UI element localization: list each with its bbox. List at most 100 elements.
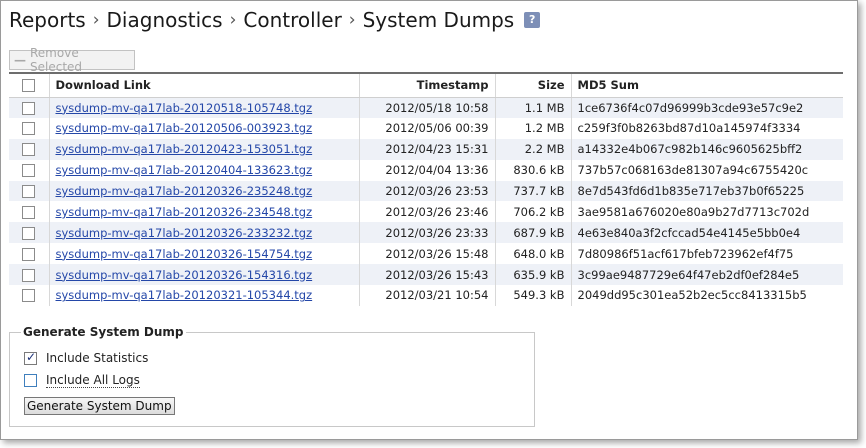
select-all-checkbox[interactable] (22, 79, 36, 93)
row-select-cell (9, 97, 49, 118)
download-link[interactable]: sysdump-mv-qa17lab-20120518-105748.tgz (56, 101, 313, 115)
row-checkbox[interactable] (22, 268, 36, 282)
row-select-cell (9, 222, 49, 243)
md5-cell: 3c99ae9487729e64f47eb2df0ef284e5 (570, 264, 843, 286)
breadcrumb: Reports › Diagnostics › Controller › Sys… (9, 6, 541, 34)
table-row: sysdump-mv-qa17lab-20120326-234548.tgz 20… (9, 201, 843, 223)
row-checkbox[interactable] (22, 247, 36, 261)
timestamp-cell: 2012/03/26 23:33 (358, 222, 495, 244)
md5-cell: 2049dd95c301ea52b2ec5cc8413315b5 (570, 285, 843, 306)
table-row: sysdump-mv-qa17lab-20120404-133623.tgz 20… (9, 159, 843, 181)
row-checkbox[interactable] (22, 164, 36, 178)
column-header-download-link[interactable]: Download Link (48, 74, 359, 98)
remove-selected-label: Remove Selected (30, 46, 83, 74)
row-checkbox[interactable] (22, 122, 36, 136)
timestamp-cell: 2012/03/26 23:53 (358, 180, 495, 202)
row-select-cell (9, 264, 49, 285)
breadcrumb-reports[interactable]: Reports (9, 8, 86, 32)
column-header-timestamp[interactable]: Timestamp (358, 74, 495, 98)
row-checkbox[interactable] (22, 205, 36, 219)
download-link[interactable]: sysdump-mv-qa17lab-20120321-105344.tgz (56, 288, 313, 302)
help-icon[interactable]: ? (524, 12, 541, 28)
size-cell: 648.0 kB (494, 243, 571, 265)
download-link-cell: sysdump-mv-qa17lab-20120326-154316.tgz (48, 264, 359, 286)
row-select-cell (9, 201, 49, 222)
timestamp-cell: 2012/05/18 10:58 (358, 97, 495, 118)
breadcrumb-diagnostics[interactable]: Diagnostics (107, 8, 223, 32)
download-link-cell: sysdump-mv-qa17lab-20120326-154754.tgz (48, 243, 359, 265)
table-header-row: Download Link Timestamp Size MD5 Sum (9, 74, 843, 98)
size-cell: 2.2 MB (494, 138, 571, 160)
include-all-logs-option[interactable]: Include All Logs (24, 373, 140, 388)
breadcrumb-separator: › (348, 10, 356, 30)
include-statistics-option[interactable]: Include Statistics (24, 350, 149, 365)
timestamp-cell: 2012/03/26 15:48 (358, 243, 495, 265)
timestamp-cell: 2012/03/26 23:46 (358, 201, 495, 223)
size-cell: 706.2 kB (494, 201, 571, 223)
size-cell: 635.9 kB (494, 264, 571, 286)
md5-cell: 8e7d543fd6d1b835e717eb37b0f65225 (570, 180, 843, 202)
row-select-cell (9, 181, 49, 202)
table-row: sysdump-mv-qa17lab-20120321-105344.tgz 20… (9, 285, 843, 306)
breadcrumb-controller[interactable]: Controller (243, 8, 341, 32)
table-row: sysdump-mv-qa17lab-20120326-154316.tgz 20… (9, 264, 843, 286)
download-link[interactable]: sysdump-mv-qa17lab-20120326-154754.tgz (56, 247, 313, 261)
md5-cell: 4e63e840a3f2cfccad54e4145e5bb0e4 (570, 222, 843, 244)
md5-cell: a14332e4b067c982b146c9605625bff2 (570, 138, 843, 160)
size-cell: 830.6 kB (494, 159, 571, 181)
timestamp-cell: 2012/03/21 10:54 (358, 285, 495, 306)
row-select-cell (9, 243, 49, 264)
md5-cell: c259f3f0b8263bd87d10a145974f3334 (570, 117, 843, 139)
generate-group-title: Generate System Dump (21, 325, 186, 339)
remove-selected-button[interactable]: — Remove Selected (9, 46, 135, 74)
row-select-cell (9, 139, 49, 160)
md5-cell: 7d80986f51acf617bfeb723962ef4f75 (570, 243, 843, 265)
row-select-cell (9, 118, 49, 139)
download-link-cell: sysdump-mv-qa17lab-20120506-003923.tgz (48, 117, 359, 139)
download-link[interactable]: sysdump-mv-qa17lab-20120326-154316.tgz (56, 268, 313, 282)
include-statistics-checkbox[interactable] (24, 350, 37, 365)
generate-system-dump-group: Generate System Dump Include Statistics … (9, 325, 535, 427)
row-checkbox[interactable] (22, 101, 36, 115)
download-link[interactable]: sysdump-mv-qa17lab-20120326-233232.tgz (56, 226, 313, 240)
download-link[interactable]: sysdump-mv-qa17lab-20120326-234548.tgz (56, 205, 313, 219)
include-all-logs-checkbox[interactable] (24, 374, 37, 387)
download-link[interactable]: sysdump-mv-qa17lab-20120506-003923.tgz (56, 121, 313, 135)
system-dumps-table: Download Link Timestamp Size MD5 Sum sys… (9, 72, 843, 306)
row-checkbox[interactable] (22, 226, 36, 240)
download-link[interactable]: sysdump-mv-qa17lab-20120404-133623.tgz (56, 163, 313, 177)
size-cell: 737.7 kB (494, 180, 571, 202)
timestamp-cell: 2012/04/23 15:31 (358, 138, 495, 160)
row-select-cell (9, 160, 49, 181)
table-row: sysdump-mv-qa17lab-20120423-153051.tgz 20… (9, 138, 843, 160)
table-row: sysdump-mv-qa17lab-20120518-105748.tgz 20… (9, 97, 843, 118)
download-link[interactable]: sysdump-mv-qa17lab-20120326-235248.tgz (56, 184, 313, 198)
download-link-cell: sysdump-mv-qa17lab-20120404-133623.tgz (48, 159, 359, 181)
include-all-logs-label: Include All Logs (46, 373, 140, 388)
download-link-cell: sysdump-mv-qa17lab-20120321-105344.tgz (48, 285, 359, 306)
timestamp-cell: 2012/04/04 13:36 (358, 159, 495, 181)
size-cell: 687.9 kB (494, 222, 571, 244)
select-all-header (9, 74, 49, 98)
row-select-cell (9, 285, 49, 306)
timestamp-cell: 2012/03/26 15:43 (358, 264, 495, 286)
row-checkbox[interactable] (22, 143, 36, 157)
row-checkbox[interactable] (22, 289, 36, 303)
column-header-md5-sum[interactable]: MD5 Sum (570, 74, 843, 98)
table-row: sysdump-mv-qa17lab-20120326-235248.tgz 20… (9, 180, 843, 202)
md5-cell: 3ae9581a676020e80a9b27d7713c702d (570, 201, 843, 223)
page-title: System Dumps (362, 8, 515, 32)
column-header-size[interactable]: Size (494, 74, 571, 98)
generate-system-dump-button[interactable]: Generate System Dump (24, 397, 175, 415)
table-row: sysdump-mv-qa17lab-20120506-003923.tgz 20… (9, 117, 843, 139)
table-row: sysdump-mv-qa17lab-20120326-233232.tgz 20… (9, 222, 843, 244)
row-checkbox[interactable] (22, 185, 36, 198)
minus-icon: — (14, 53, 26, 67)
download-link-cell: sysdump-mv-qa17lab-20120326-233232.tgz (48, 222, 359, 244)
system-dumps-panel: Reports › Diagnostics › Controller › Sys… (0, 0, 858, 440)
include-statistics-label: Include Statistics (46, 351, 149, 365)
download-link-cell: sysdump-mv-qa17lab-20120423-153051.tgz (48, 138, 359, 160)
size-cell: 549.3 kB (494, 285, 571, 306)
download-link[interactable]: sysdump-mv-qa17lab-20120423-153051.tgz (56, 142, 313, 156)
size-cell: 1.2 MB (494, 117, 571, 139)
